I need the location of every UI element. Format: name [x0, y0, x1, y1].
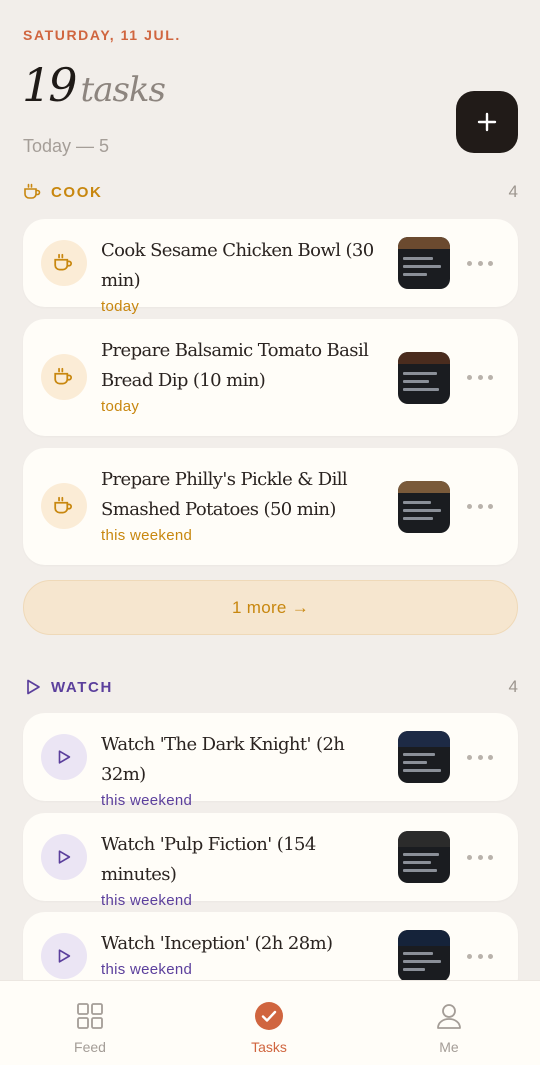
show-more-cook-button[interactable]: 1 more → — [23, 580, 518, 635]
tab-me[interactable]: Me — [389, 981, 509, 1065]
tab-label-me: Me — [439, 1039, 459, 1055]
grid-icon — [75, 1001, 105, 1031]
task-title: Watch 'Inception' (2h 28m) — [101, 933, 333, 954]
cup-icon — [41, 240, 87, 286]
task-thumbnail[interactable] — [398, 352, 450, 404]
tab-tasks[interactable]: Tasks — [209, 981, 329, 1065]
task-thumbnail[interactable] — [398, 731, 450, 783]
section-count-cook: 4 — [508, 182, 518, 201]
task-title: Prepare Balsamic Tomato Basil Bread Dip … — [101, 340, 369, 391]
task-when: this weekend — [101, 961, 193, 978]
tab-label-tasks: Tasks — [251, 1039, 287, 1055]
task-title: Watch 'The Dark Knight' (2h 32m) — [101, 734, 345, 785]
task-thumbnail[interactable] — [398, 237, 450, 289]
cup-icon — [41, 354, 87, 400]
play-icon — [41, 734, 87, 780]
more-options-button[interactable] — [467, 502, 493, 510]
section-count-watch: 4 — [508, 677, 518, 696]
task-card[interactable]: Prepare Philly's Pickle & Dill Smashed P… — [23, 448, 518, 565]
today-count: Today — 5 — [23, 136, 110, 156]
task-title: Prepare Philly's Pickle & Dill Smashed P… — [101, 469, 348, 520]
task-word: tasks — [80, 70, 166, 110]
plus-icon — [477, 112, 497, 132]
more-options-button[interactable] — [467, 373, 493, 381]
section-label-watch: WATCH — [51, 678, 113, 696]
tasks-screen: SATURDAY, 11 JUL. 19 tasks Today — 5 COOK… — [0, 0, 540, 1065]
tab-label-feed: Feed — [74, 1039, 106, 1055]
task-card[interactable]: Watch 'Pulp Fiction' (154 minutes) this … — [23, 813, 518, 909]
section-label-cook: COOK — [51, 183, 103, 201]
play-icon — [41, 834, 87, 880]
page-title: 19 tasks — [22, 58, 166, 128]
task-when: this weekend — [101, 792, 193, 809]
more-options-button[interactable] — [467, 753, 493, 761]
task-thumbnail[interactable] — [398, 930, 450, 982]
person-icon — [434, 1001, 464, 1031]
tab-feed[interactable]: Feed — [30, 981, 150, 1065]
task-when: this weekend — [101, 892, 193, 909]
add-task-button[interactable] — [456, 91, 518, 153]
task-when: today — [101, 298, 140, 315]
task-card[interactable]: Prepare Balsamic Tomato Basil Bread Dip … — [23, 319, 518, 436]
section-header-watch: WATCH 4 — [23, 675, 518, 699]
task-count: 19 — [22, 58, 78, 112]
cup-icon — [41, 483, 87, 529]
date-label: SATURDAY, 11 JUL. — [23, 27, 181, 43]
section-header-cook: COOK 4 — [23, 180, 518, 204]
task-thumbnail[interactable] — [398, 831, 450, 883]
task-when: this weekend — [101, 527, 193, 544]
more-options-button[interactable] — [467, 853, 493, 861]
task-title: Cook Sesame Chicken Bowl (30 min) — [101, 240, 374, 291]
task-thumbnail[interactable] — [398, 481, 450, 533]
play-icon — [23, 677, 43, 697]
more-options-button[interactable] — [467, 259, 493, 267]
bottom-tab-bar: Feed Tasks Me — [0, 980, 540, 1065]
check-circle-icon — [254, 1001, 284, 1031]
more-options-button[interactable] — [467, 952, 493, 960]
task-title: Watch 'Pulp Fiction' (154 minutes) — [101, 834, 316, 885]
task-card[interactable]: Cook Sesame Chicken Bowl (30 min) today — [23, 219, 518, 315]
cup-icon — [23, 182, 43, 202]
task-when: today — [101, 398, 140, 415]
play-icon — [41, 933, 87, 979]
task-card[interactable]: Watch 'The Dark Knight' (2h 32m) this we… — [23, 713, 518, 809]
